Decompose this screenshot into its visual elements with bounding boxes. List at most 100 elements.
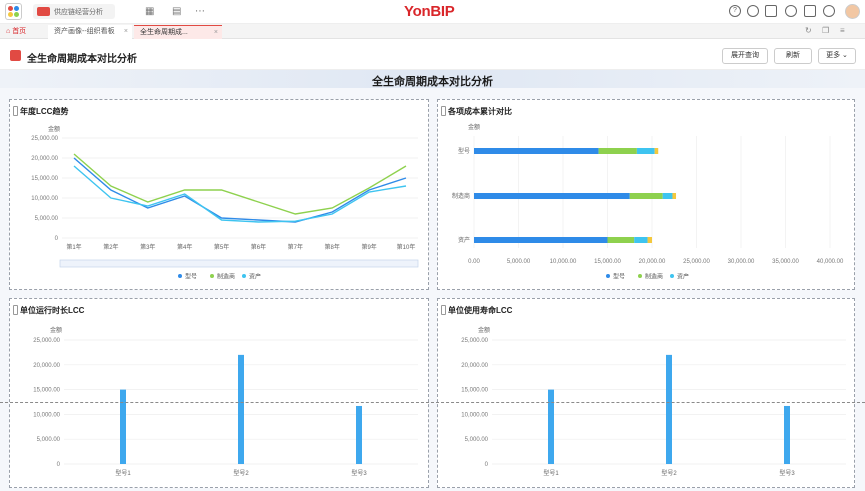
x-tick-label: 15,000.00 — [594, 259, 621, 265]
y-axis-label: 金额 — [478, 326, 490, 334]
page-title: 全生命周期成本对比分析 — [27, 54, 137, 65]
more-button[interactable]: 更多 ⌄ — [818, 48, 856, 64]
copy-icon[interactable]: ❐ — [822, 26, 829, 35]
x-tick-label: 第8年 — [325, 243, 340, 251]
bar — [784, 405, 790, 464]
tab-lcc-compare-label: 全生命周期成... — [140, 29, 188, 36]
list-icon[interactable]: ▤ — [172, 6, 181, 17]
x-tick-label: 35,000.00 — [772, 259, 799, 265]
y-axis-label: 金额 — [468, 123, 480, 131]
legend-marker — [638, 274, 642, 278]
y-axis-label: 金额 — [50, 326, 62, 334]
avatar[interactable] — [845, 4, 860, 19]
bar-segment — [647, 237, 652, 243]
x-tick-label: 25,000.00 — [683, 259, 710, 265]
message-icon[interactable] — [765, 5, 777, 17]
bar — [548, 389, 554, 464]
x-tick-label: 10,000.00 — [550, 259, 577, 265]
legend-label: 制造商 — [217, 273, 235, 281]
tab-asset-portrait[interactable]: 资产画像--组织看板 × — [48, 25, 132, 39]
y-tick-label: 5,000.00 — [465, 437, 489, 443]
card-lifespan-lcc: 单位使用寿命LCC 金额 0 5,000.00 10,000.00 15,000.00 2… — [437, 298, 855, 488]
close-icon[interactable]: × — [214, 26, 218, 40]
x-tick-label: 型号2 — [661, 469, 677, 477]
more-icon[interactable]: ⋯ — [195, 6, 205, 17]
series-line — [73, 157, 407, 223]
y-axis-label: 金额 — [48, 125, 60, 133]
x-tick-label: 型号1 — [115, 469, 131, 477]
bar — [666, 354, 672, 464]
close-icon[interactable]: × — [124, 25, 128, 39]
y-tick-label: 15,000.00 — [461, 388, 488, 394]
brand-logo: YonBIP — [404, 3, 455, 20]
report-icon — [10, 50, 21, 61]
tab-home[interactable]: ⌂ 首页 — [0, 25, 46, 39]
expand-query-button[interactable]: 展开查询 — [722, 48, 768, 64]
y-tick-label: 10,000.00 — [461, 412, 488, 418]
y-tick-label: 25,000.00 — [31, 136, 58, 142]
legend-marker — [242, 274, 246, 278]
zoom-slider — [59, 259, 419, 268]
page-header: 全生命周期成本对比分析 展开查询 刷新 更多 ⌄ — [0, 40, 865, 70]
x-tick-label: 5,000.00 — [507, 259, 531, 265]
x-tick-label: 第6年 — [251, 243, 266, 251]
x-tick-label: 40,000.00 — [817, 259, 844, 265]
legend-marker — [670, 274, 674, 278]
y-tick-label: 0 — [485, 462, 489, 468]
y-tick-label: 20,000.00 — [31, 156, 58, 162]
x-tick-label: 0.00 — [468, 259, 480, 265]
bar-segment — [474, 237, 608, 243]
bar-segment — [607, 237, 635, 243]
y-tick-label: 0 — [57, 462, 61, 468]
y-tick-label: 10,000.00 — [31, 196, 58, 202]
tab-lcc-compare[interactable]: 全生命周期成... × — [134, 25, 222, 39]
legend-label: 型号 — [613, 273, 625, 281]
y-tick-label: 5,000.00 — [35, 216, 59, 222]
grid-icon[interactable]: ▦ — [145, 6, 154, 17]
series-line — [73, 165, 407, 223]
bar-chart: 金额 0 5,000.00 10,000.00 15,000.00 20,000.00 25… — [461, 326, 846, 477]
x-tick-label: 30,000.00 — [728, 259, 755, 265]
y-tick-label: 20,000.00 — [33, 363, 60, 369]
y-tick-label: 5,000.00 — [37, 437, 61, 443]
y-tick-label: 0 — [55, 236, 59, 242]
settings-icon[interactable] — [823, 5, 835, 17]
guide-line — [0, 402, 865, 403]
menu-icon[interactable]: ≡ — [840, 26, 845, 35]
legend-label: 资产 — [677, 273, 689, 281]
dashboard: 全生命周期成本对比分析 年度LCC趋势 金额 0 5,000.00 10,000.00… — [0, 70, 865, 491]
x-tick-label: 第3年 — [140, 243, 155, 251]
legend-label: 资产 — [249, 273, 261, 281]
app-launcher-icon[interactable] — [5, 3, 22, 20]
refresh-button[interactable]: 刷新 — [774, 48, 812, 64]
tab-home-label: 首页 — [12, 28, 27, 35]
stacked-bar-chart: 金额 0.00 5,000.00 10,000.00 15,000.00 20,000.0… — [452, 123, 844, 281]
bar-segment — [629, 193, 663, 199]
series-line — [73, 153, 407, 215]
card-annual-lcc: 年度LCC趋势 金额 0 5,000.00 10,000.00 15,000.00 20,… — [9, 99, 429, 290]
bar — [120, 389, 126, 464]
x-tick-label: 第5年 — [214, 243, 229, 251]
x-tick-label: 第1年 — [66, 243, 81, 251]
tab-bar: ⌂ 首页 资产画像--组织看板 × 全生命周期成... × ↻ ❐ ≡ — [0, 24, 865, 39]
y-tick-label: 25,000.00 — [461, 338, 488, 344]
line-chart: 金额 0 5,000.00 10,000.00 15,000.00 20,000.00 25… — [31, 125, 419, 281]
legend-marker — [210, 274, 214, 278]
calendar-icon[interactable] — [804, 5, 816, 17]
workspace-selector[interactable]: 供应链经营分析 — [33, 4, 115, 19]
bar-segment — [672, 193, 677, 199]
bar-segment — [662, 193, 673, 199]
legend-label: 型号 — [185, 273, 197, 281]
refresh-icon[interactable]: ↻ — [805, 26, 812, 35]
y-tick-label: 15,000.00 — [31, 176, 58, 182]
x-tick-label: 第4年 — [177, 243, 192, 251]
legend-marker — [606, 274, 610, 278]
x-tick-label: 型号1 — [543, 469, 559, 477]
x-tick-label: 型号3 — [779, 469, 795, 477]
bar — [356, 405, 362, 464]
headset-icon[interactable] — [785, 5, 797, 17]
x-tick-label: 第2年 — [103, 243, 118, 251]
help-icon[interactable]: ? — [729, 5, 741, 17]
dashboard-title-bar: 全生命周期成本对比分析 — [0, 70, 865, 88]
search-icon[interactable] — [747, 5, 759, 17]
